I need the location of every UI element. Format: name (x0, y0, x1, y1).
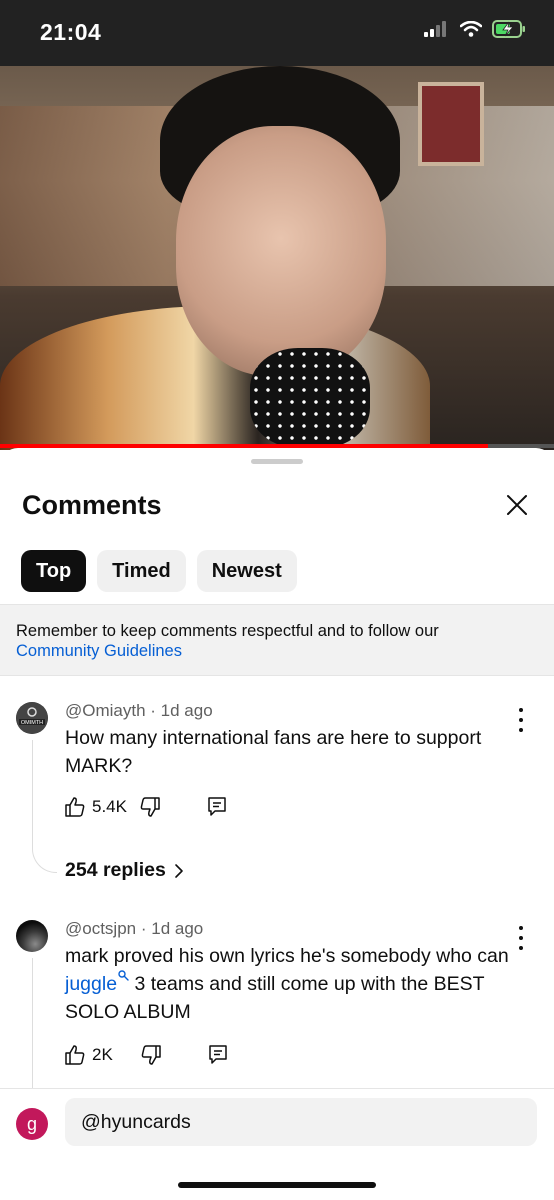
status-bar: 21:04 (0, 0, 554, 66)
thumb-up-icon (65, 797, 85, 817)
more-button[interactable] (517, 926, 525, 950)
thread-curve (32, 806, 57, 873)
avatar[interactable] (16, 920, 48, 952)
like-button[interactable]: 2K (64, 1044, 113, 1066)
close-button[interactable] (500, 488, 534, 522)
thumb-down-icon (141, 1045, 161, 1065)
replies-count: 254 replies (65, 859, 166, 881)
status-icons (424, 20, 526, 38)
avatar[interactable]: OMIMTH (16, 702, 48, 734)
search-link-text: juggle (65, 973, 118, 995)
close-icon (507, 495, 527, 515)
video-player[interactable] (0, 66, 554, 450)
drag-handle[interactable] (251, 459, 303, 464)
tab-timed[interactable]: Timed (97, 550, 186, 592)
like-count: 5.4K (92, 797, 127, 816)
dislike-button[interactable] (140, 1044, 162, 1066)
thread-line (32, 740, 33, 806)
like-button[interactable]: 5.4K (64, 796, 127, 818)
comment-author[interactable]: @Omiayth (65, 701, 146, 720)
comment-meta: @Omiayth · 1d ago (65, 701, 213, 720)
view-replies-button[interactable]: 254 replies (65, 859, 184, 882)
more-button[interactable] (517, 708, 525, 732)
reply-button[interactable] (207, 1044, 229, 1066)
video-bow (250, 348, 370, 448)
comment-time: 1d ago (160, 701, 213, 720)
search-link[interactable]: juggle (65, 970, 129, 995)
comment-author[interactable]: @octsjpn (65, 919, 136, 938)
video-sign (418, 82, 484, 166)
wifi-icon (460, 21, 482, 37)
avatar-image: OMIMTH (16, 702, 48, 734)
comment-input-value: @hyuncards (81, 1110, 191, 1133)
cellular-icon (424, 21, 446, 37)
chevron-right-icon (175, 863, 183, 878)
comment-meta: @octsjpn · 1d ago (65, 919, 204, 938)
thread-line (32, 958, 33, 1088)
notice-text: Remember to keep comments respectful and… (16, 622, 439, 640)
more-vert-icon (519, 708, 523, 712)
status-time: 21:04 (40, 19, 102, 45)
tab-newest[interactable]: Newest (196, 550, 297, 592)
community-guidelines-link[interactable]: Community Guidelines (16, 642, 182, 661)
thumb-down-icon (140, 797, 160, 817)
reply-icon (209, 1045, 227, 1064)
comment-time: 1d ago (151, 919, 204, 938)
guidelines-notice: Remember to keep comments respectful and… (0, 604, 554, 676)
comment-actions: 2K (64, 1044, 229, 1066)
search-link-icon (118, 970, 129, 981)
comment-actions: 5.4K (64, 796, 228, 818)
comments-sheet: Comments Top Timed Newest Remember to ke… (0, 448, 554, 1200)
comment-text: mark proved his own lyrics he's somebody… (65, 942, 515, 1026)
comment-text-before: mark proved his own lyrics he's somebody… (65, 945, 509, 967)
comment-input[interactable]: @hyuncards (65, 1098, 537, 1146)
comment-text: How many international fans are here to … (65, 727, 482, 777)
tab-top[interactable]: Top (21, 550, 87, 592)
dislike-button[interactable] (139, 796, 161, 818)
sort-tabs: Top Timed Newest (21, 550, 297, 592)
battery-charging-icon (492, 20, 525, 38)
avatar-text: OMIMTH (21, 720, 43, 726)
sheet-title: Comments (22, 490, 162, 520)
more-vert-icon (519, 926, 523, 930)
composer-divider (0, 1088, 554, 1089)
user-avatar[interactable]: g (16, 1108, 48, 1140)
thumb-up-icon (65, 1045, 85, 1065)
reply-button[interactable] (206, 796, 228, 818)
reply-icon (208, 797, 226, 816)
home-indicator[interactable] (178, 1182, 376, 1188)
video-face (176, 126, 386, 376)
like-count: 2K (92, 1045, 113, 1064)
